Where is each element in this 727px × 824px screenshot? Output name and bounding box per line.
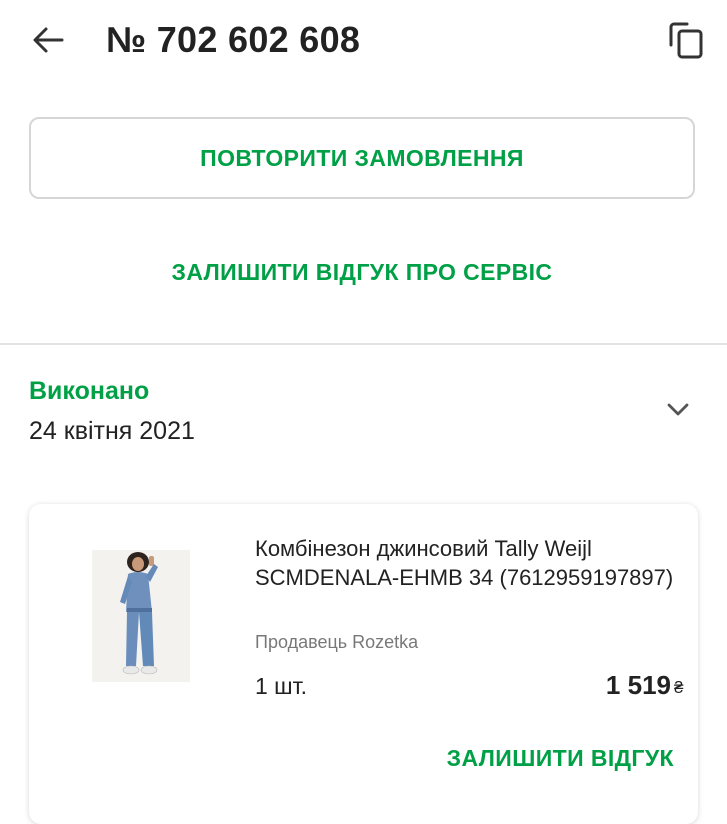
service-review-label: ЗАЛИШИТИ ВІДГУК ПРО СЕРВІС	[171, 258, 553, 285]
product-price: 1 519	[605, 670, 671, 700]
repeat-order-label: ПОВТОРИТИ ЗАМОВЛЕННЯ	[200, 144, 524, 171]
product-quantity: 1 шт.	[255, 673, 308, 699]
product-title[interactable]: Комбінезон джинсовий Tally Weijl SCMDENA…	[255, 534, 675, 592]
arrow-left-icon	[33, 27, 64, 53]
order-date: 24 квітня 2021	[29, 417, 195, 445]
back-button[interactable]	[22, 18, 74, 62]
leave-review-label: ЗАЛИШИТИ ВІДГУК	[446, 744, 674, 771]
order-status: Виконано	[29, 377, 150, 405]
product-seller: Продавець Rozetka	[255, 632, 419, 652]
order-number-title: № 702 602 608	[106, 19, 361, 60]
repeat-order-button[interactable]: ПОВТОРИТИ ЗАМОВЛЕННЯ	[29, 117, 695, 199]
currency-symbol: ₴	[674, 678, 684, 697]
copy-button[interactable]	[660, 16, 712, 64]
service-review-button[interactable]: ЗАЛИШИТИ ВІДГУК ПРО СЕРВІС	[29, 248, 695, 296]
leave-review-button[interactable]: ЗАЛИШИТИ ВІДГУК	[412, 736, 674, 780]
product-image[interactable]	[92, 550, 190, 682]
expand-order-details-button[interactable]	[656, 390, 700, 430]
copy-icon	[669, 22, 703, 59]
chevron-down-icon	[667, 403, 689, 416]
section-divider	[0, 343, 727, 345]
product-photo	[92, 550, 190, 682]
